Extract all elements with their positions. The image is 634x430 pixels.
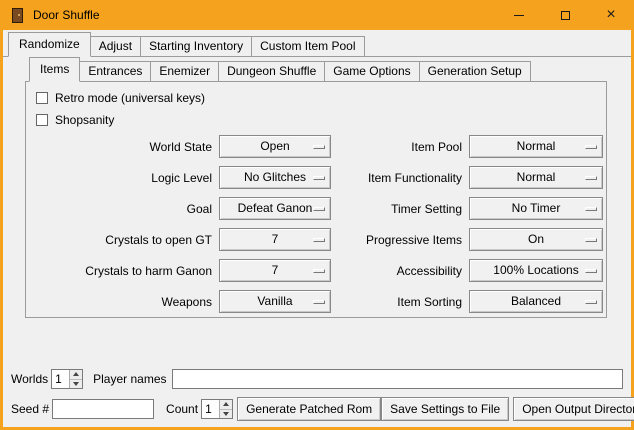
item-functionality-dropdown[interactable]: Normal <box>469 166 603 189</box>
shopsanity-checkbox[interactable] <box>36 114 48 126</box>
accessibility-label: Accessibility <box>336 264 464 278</box>
app-icon <box>9 7 25 23</box>
tab-entrances[interactable]: Entrances <box>79 61 151 81</box>
dropdown-indicator-icon <box>585 207 597 211</box>
close-icon: × <box>606 7 615 23</box>
retro-mode-label: Retro mode (universal keys) <box>55 91 205 105</box>
player-names-input[interactable] <box>172 369 624 389</box>
count-spinbox[interactable] <box>201 399 233 419</box>
seed-row: Seed # Count Generate Patched Rom Save S… <box>11 397 623 421</box>
minimize-button[interactable] <box>496 0 542 30</box>
retro-mode-checkbox[interactable] <box>36 92 48 104</box>
titlebar[interactable]: Door Shuffle × <box>0 0 634 30</box>
worlds-spinbox[interactable] <box>51 369 83 389</box>
inner-tabstrip: Items Entrances Enemizer Dungeon Shuffle… <box>25 59 607 82</box>
shopsanity-label: Shopsanity <box>55 113 114 127</box>
dropdown-indicator-icon <box>313 238 325 242</box>
down-arrow-icon <box>73 382 79 386</box>
count-spin-down-button[interactable] <box>220 409 232 419</box>
weapons-dropdown[interactable]: Vanilla <box>219 290 331 313</box>
open-output-directory-button[interactable]: Open Output Directory <box>513 397 634 421</box>
dropdown-indicator-icon <box>585 269 597 273</box>
tab-generation-setup[interactable]: Generation Setup <box>419 61 531 81</box>
seed-input[interactable] <box>52 399 154 419</box>
worlds-row: Worlds Player names <box>11 368 623 390</box>
item-pool-label: Item Pool <box>336 140 464 154</box>
timer-setting-label: Timer Setting <box>336 202 464 216</box>
dropdown-indicator-icon <box>313 176 325 180</box>
dropdown-indicator-icon <box>313 145 325 149</box>
window-controls: × <box>496 0 634 30</box>
settings-notebook: Items Entrances Enemizer Dungeon Shuffle… <box>25 59 607 318</box>
app-window: Door Shuffle × Randomize Adjust Starting… <box>0 0 634 430</box>
world-state-label: World State <box>36 140 214 154</box>
goal-dropdown[interactable]: Defeat Ganon <box>219 197 331 220</box>
up-arrow-icon <box>73 372 79 376</box>
crystals-open-gt-label: Crystals to open GT <box>36 233 214 247</box>
item-pool-dropdown[interactable]: Normal <box>469 135 603 158</box>
generate-patched-rom-button[interactable]: Generate Patched Rom <box>237 397 381 421</box>
tab-game-options[interactable]: Game Options <box>324 61 419 81</box>
items-page: Retro mode (universal keys) Shopsanity W… <box>25 82 607 318</box>
tab-dungeon-shuffle[interactable]: Dungeon Shuffle <box>218 61 325 81</box>
retro-mode-checkbox-row[interactable]: Retro mode (universal keys) <box>36 87 606 109</box>
count-input[interactable] <box>202 400 219 418</box>
shopsanity-checkbox-row[interactable]: Shopsanity <box>36 109 606 131</box>
tab-adjust[interactable]: Adjust <box>90 36 141 56</box>
down-arrow-icon <box>223 412 229 416</box>
accessibility-dropdown[interactable]: 100% Locations <box>469 259 603 282</box>
progressive-items-label: Progressive Items <box>336 233 464 247</box>
bottom-controls: Worlds Player names Seed # Count <box>11 368 623 421</box>
worlds-spin-arrows <box>69 370 82 388</box>
progressive-items-dropdown[interactable]: On <box>469 228 603 251</box>
count-label: Count <box>166 402 198 416</box>
player-names-label: Player names <box>93 372 166 386</box>
timer-setting-dropdown[interactable]: No Timer <box>469 197 603 220</box>
item-sorting-label: Item Sorting <box>336 295 464 309</box>
dropdown-indicator-icon <box>313 269 325 273</box>
options-grid: World State Open Item Pool Normal Logic … <box>36 135 606 313</box>
worlds-spin-up-button[interactable] <box>70 370 82 379</box>
worlds-spin-down-button[interactable] <box>70 379 82 389</box>
tab-enemizer[interactable]: Enemizer <box>150 61 219 81</box>
seed-label: Seed # <box>11 402 49 416</box>
count-spin-arrows <box>219 400 232 418</box>
window-title: Door Shuffle <box>33 8 100 22</box>
world-state-dropdown[interactable]: Open <box>219 135 331 158</box>
dropdown-indicator-icon <box>585 300 597 304</box>
save-settings-button[interactable]: Save Settings to File <box>381 397 509 421</box>
tab-starting-inventory[interactable]: Starting Inventory <box>140 36 252 56</box>
logic-level-dropdown[interactable]: No Glitches <box>219 166 331 189</box>
item-sorting-dropdown[interactable]: Balanced <box>469 290 603 313</box>
dropdown-indicator-icon <box>585 238 597 242</box>
worlds-input[interactable] <box>52 370 69 388</box>
maximize-icon <box>561 11 570 20</box>
item-functionality-label: Item Functionality <box>336 171 464 185</box>
maximize-button[interactable] <box>542 0 588 30</box>
worlds-label: Worlds <box>11 372 48 386</box>
count-spin-up-button[interactable] <box>220 400 232 409</box>
dropdown-indicator-icon <box>313 300 325 304</box>
crystals-harm-ganon-dropdown[interactable]: 7 <box>219 259 331 282</box>
client-area: Randomize Adjust Starting Inventory Cust… <box>3 30 631 427</box>
close-button[interactable]: × <box>588 0 634 30</box>
tab-custom-item-pool[interactable]: Custom Item Pool <box>251 36 364 56</box>
logic-level-label: Logic Level <box>36 171 214 185</box>
minimize-icon <box>514 15 524 16</box>
crystals-open-gt-dropdown[interactable]: 7 <box>219 228 331 251</box>
weapons-label: Weapons <box>36 295 214 309</box>
tab-items[interactable]: Items <box>29 57 80 82</box>
crystals-harm-ganon-label: Crystals to harm Ganon <box>36 264 214 278</box>
goal-label: Goal <box>36 202 214 216</box>
tab-randomize[interactable]: Randomize <box>8 32 91 57</box>
dropdown-indicator-icon <box>585 145 597 149</box>
outer-tabstrip: Randomize Adjust Starting Inventory Cust… <box>3 32 631 57</box>
dropdown-indicator-icon <box>313 207 325 211</box>
up-arrow-icon <box>223 402 229 406</box>
dropdown-indicator-icon <box>585 176 597 180</box>
